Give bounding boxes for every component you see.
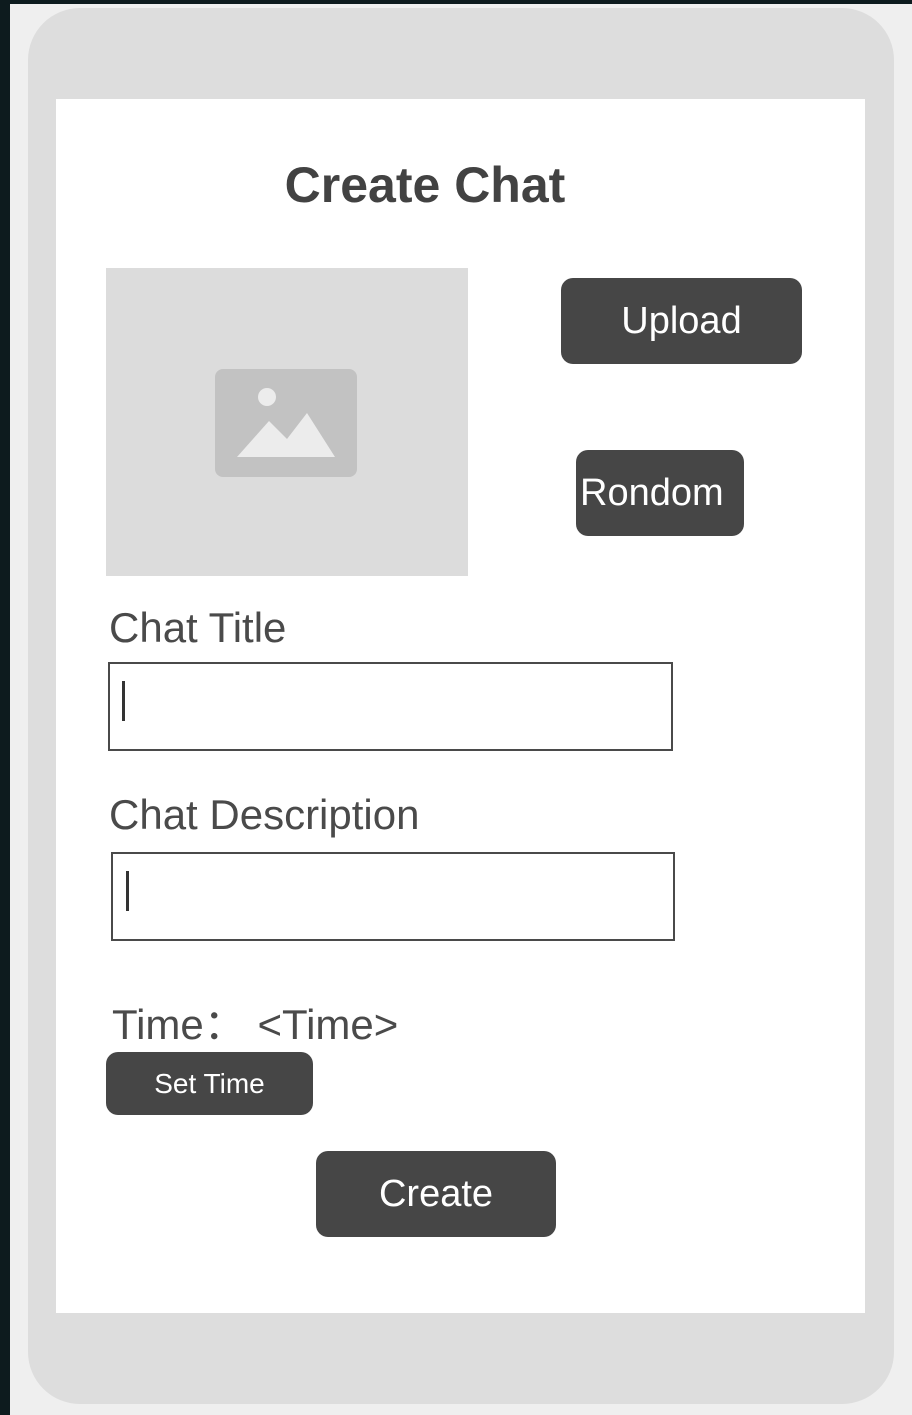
chat-description-input[interactable]	[111, 852, 675, 941]
random-button[interactable]: Rondom	[576, 450, 744, 536]
chat-title-input[interactable]	[108, 662, 673, 751]
set-time-button[interactable]: Set Time	[106, 1052, 313, 1115]
chat-title-label: Chat Title	[109, 604, 287, 651]
time-label: Time： <Time>	[112, 1001, 399, 1048]
upload-button[interactable]: Upload	[561, 278, 802, 364]
image-placeholder-icon	[215, 369, 357, 477]
text-caret	[122, 681, 125, 721]
chat-image-placeholder	[106, 268, 468, 576]
chat-description-label: Chat Description	[109, 791, 420, 838]
page-title: Create Chat	[284, 157, 566, 213]
text-caret	[126, 871, 129, 911]
create-button[interactable]: Create	[316, 1151, 556, 1237]
